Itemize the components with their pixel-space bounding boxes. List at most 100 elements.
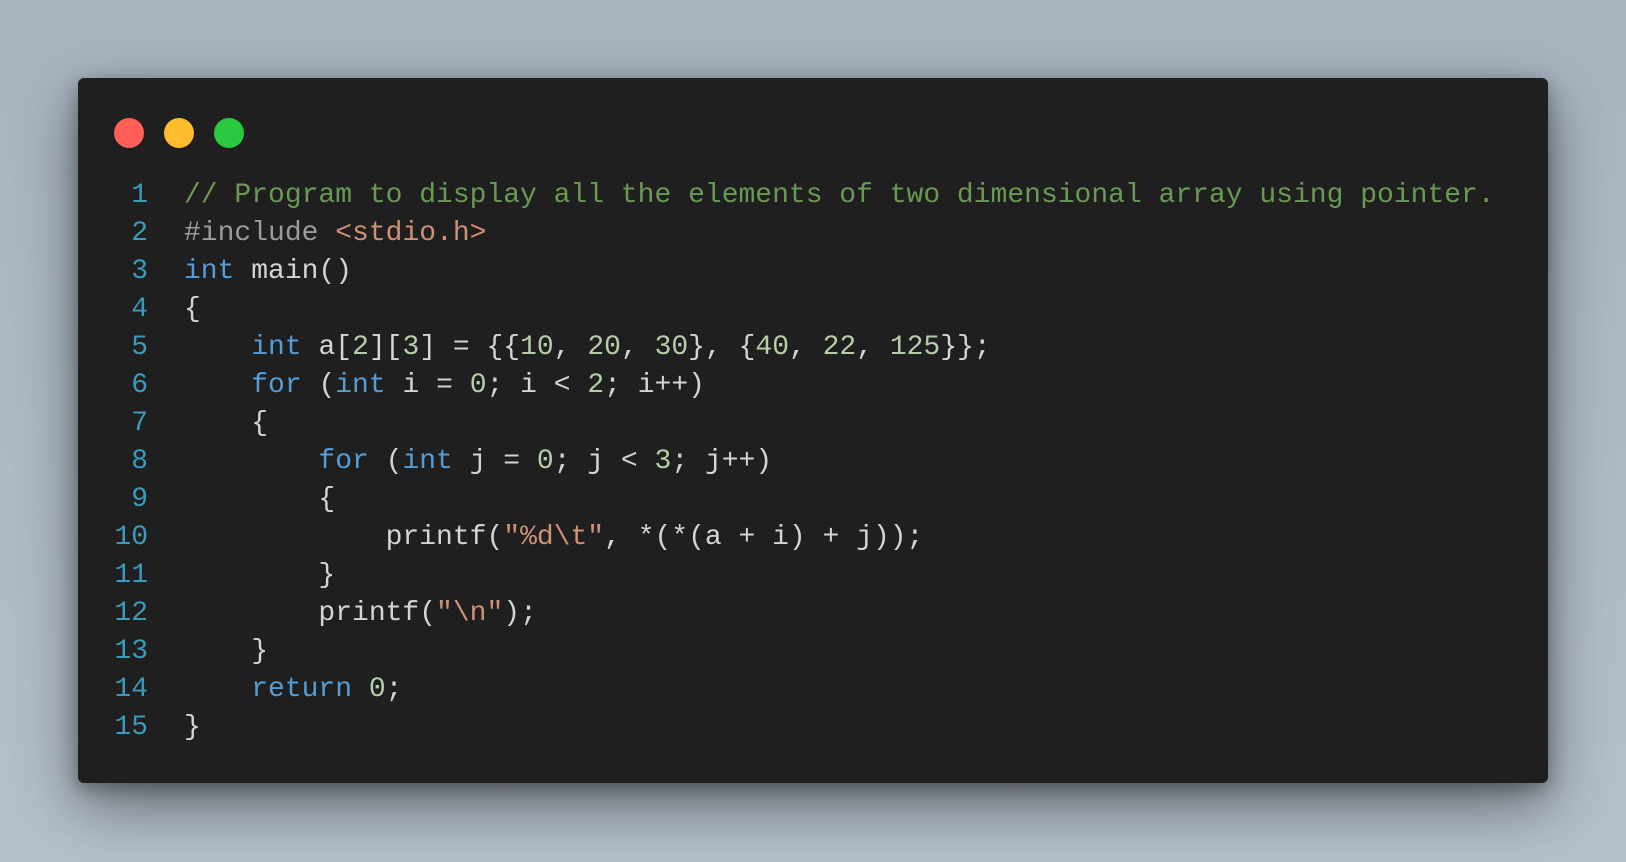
line-number: 11 [114, 560, 148, 591]
code-token-number: 2 [352, 332, 369, 363]
line-number: 3 [131, 256, 148, 287]
line-source: printf("%d\t", *(*(a + i) + j)); [184, 519, 924, 557]
code-line: 10 printf("%d\t", *(*(a + i) + j)); [78, 519, 1548, 557]
line-source: for (int i = 0; i < 2; i++) [184, 367, 705, 405]
code-token-number: 22 [822, 332, 857, 363]
code-token-keyword: return [251, 674, 353, 705]
code-token-default: ); [503, 598, 537, 629]
code-token-default: , [553, 332, 588, 363]
code-editor[interactable]: 1 // Program to display all the elements … [78, 177, 1548, 747]
code-token-default: ; i++) [604, 370, 705, 401]
code-token-default: ; [385, 674, 403, 705]
code-token-default: } [184, 712, 201, 743]
line-source: // Program to display all the elements o… [184, 177, 1495, 215]
code-token-number: 0 [469, 370, 487, 401]
code-token-default: j = [452, 446, 537, 477]
code-line: 7 { [78, 405, 1548, 443]
code-token-preprocessor: #include [184, 218, 336, 249]
code-line: 8 for (int j = 0; j < 3; j++) [78, 443, 1548, 481]
line-source: { [184, 405, 268, 443]
line-source: return 0; [184, 671, 402, 709]
code-token-default: , [789, 332, 823, 363]
code-line: 5 int a[2][3] = {{10, 20, 30}, {40, 22, … [78, 329, 1548, 367]
line-source: } [184, 557, 335, 595]
code-token-number: 125 [889, 332, 941, 363]
code-token-default [184, 370, 251, 401]
code-token-comment: // Program to display all the elements o… [184, 180, 1495, 211]
line-source: printf("\n"); [184, 595, 537, 633]
line-number: 7 [131, 408, 148, 439]
line-source: } [184, 633, 268, 671]
code-token-default: , *(*(a + i) + j)); [604, 522, 924, 553]
code-token-number: 40 [755, 332, 789, 363]
line-number: 9 [131, 484, 148, 515]
line-number: 4 [131, 294, 148, 325]
code-token-default: i = [385, 370, 470, 401]
line-number: 2 [131, 218, 148, 249]
line-source: } [184, 709, 201, 747]
code-token-default: ; j < [553, 446, 655, 477]
code-token-default: main() [234, 256, 353, 287]
code-token-default: ; i < [486, 370, 588, 401]
code-window: 1 // Program to display all the elements … [78, 78, 1548, 783]
line-number: 1 [131, 180, 148, 211]
line-number: 6 [131, 370, 148, 401]
line-number: 12 [114, 598, 148, 629]
line-source: #include <stdio.h> [184, 215, 486, 253]
code-line: 12 printf("\n"); [78, 595, 1548, 633]
code-token-default [184, 674, 251, 705]
code-line: 3 int main() [78, 253, 1548, 291]
code-token-default: , [856, 332, 890, 363]
code-token-default [352, 674, 369, 705]
code-token-default: ( [301, 370, 336, 401]
code-token-string: <stdio.h> [335, 218, 487, 249]
code-line: 4{ [78, 291, 1548, 329]
line-number: 15 [114, 712, 148, 743]
minimize-button[interactable] [164, 118, 194, 148]
code-line: 15} [78, 709, 1548, 747]
maximize-button[interactable] [214, 118, 244, 148]
line-source: { [184, 481, 335, 519]
line-source: { [184, 291, 201, 329]
code-token-default [184, 332, 251, 363]
code-token-number: 30 [654, 332, 689, 363]
code-token-number: 20 [587, 332, 621, 363]
code-line: 6 for (int i = 0; i < 2; i++) [78, 367, 1548, 405]
code-token-keyword: for [318, 446, 369, 477]
code-line: 14 return 0; [78, 671, 1548, 709]
code-token-keyword: int [251, 332, 302, 363]
code-token-default [184, 446, 318, 477]
line-number: 13 [114, 636, 148, 667]
code-token-string: "%d\t" [503, 522, 605, 553]
code-token-default: { [184, 484, 336, 515]
code-token-default: { [184, 408, 269, 439]
code-token-number: 10 [520, 332, 554, 363]
code-token-number: 0 [368, 674, 386, 705]
code-token-default: ][ [368, 332, 403, 363]
code-token-default: printf( [184, 598, 437, 629]
code-token-default: ] = {{ [419, 332, 521, 363]
line-number: 14 [114, 674, 148, 705]
code-token-keyword: for [251, 370, 302, 401]
code-token-default: printf( [184, 522, 504, 553]
code-token-number: 0 [536, 446, 554, 477]
code-token-string: "\n" [436, 598, 504, 629]
line-source: int main() [184, 253, 352, 291]
line-number: 5 [131, 332, 148, 363]
code-token-keyword: int [184, 256, 235, 287]
code-token-default: ; j++) [671, 446, 773, 477]
close-button[interactable] [114, 118, 144, 148]
code-token-default: , [620, 332, 655, 363]
code-token-default: } [184, 560, 336, 591]
code-line: 9 { [78, 481, 1548, 519]
code-token-default: a[ [301, 332, 353, 363]
code-line: 11 } [78, 557, 1548, 595]
code-line: 1 // Program to display all the elements … [78, 177, 1548, 215]
code-token-number: 2 [587, 370, 605, 401]
code-token-keyword: int [335, 370, 386, 401]
line-number: 10 [114, 522, 148, 553]
code-line: 13 } [78, 633, 1548, 671]
code-line: 2 #include <stdio.h> [78, 215, 1548, 253]
code-token-default: }}; [940, 332, 991, 363]
code-token-default: } [184, 636, 269, 667]
